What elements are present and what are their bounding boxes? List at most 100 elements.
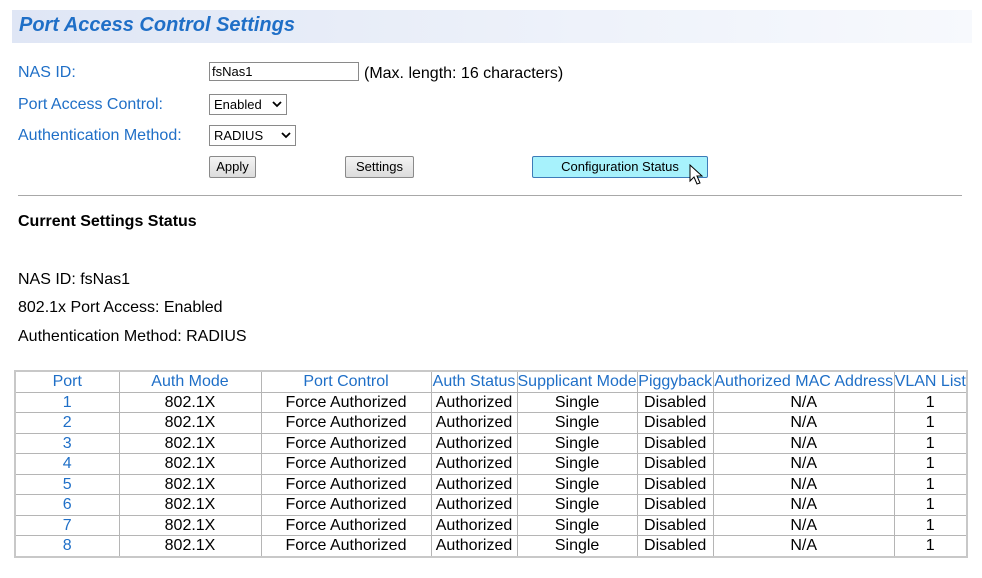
cell-auth-mode: 802.1X bbox=[118, 432, 262, 454]
settings-button[interactable]: Settings bbox=[345, 156, 414, 178]
port-link[interactable]: 3 bbox=[14, 432, 120, 454]
cell-vlan-list: 1 bbox=[893, 453, 968, 475]
header-piggyback: Piggyback bbox=[636, 370, 714, 393]
cell-supplicant-mode: Single bbox=[516, 412, 638, 434]
mouse-cursor-icon bbox=[689, 164, 704, 185]
port-link[interactable]: 7 bbox=[14, 514, 120, 536]
current-settings-title: Current Settings Status bbox=[18, 213, 197, 230]
auth-method-select[interactable]: RADIUS bbox=[209, 125, 296, 146]
cell-port-control: Force Authorized bbox=[260, 391, 432, 413]
port-link[interactable]: 4 bbox=[14, 453, 120, 475]
cell-auth-status: Authorized bbox=[430, 514, 518, 536]
cell-authorized-mac: N/A bbox=[712, 432, 895, 454]
title-bar: Port Access Control Settings bbox=[12, 10, 972, 43]
nas-id-label: NAS ID: bbox=[18, 64, 76, 81]
apply-button[interactable]: Apply bbox=[209, 156, 256, 178]
cell-supplicant-mode: Single bbox=[516, 535, 638, 557]
nas-id-input[interactable] bbox=[209, 62, 359, 81]
cell-authorized-mac: N/A bbox=[712, 412, 895, 434]
port-status-table: Port Auth Mode Port Control Auth Status … bbox=[14, 370, 968, 558]
cell-supplicant-mode: Single bbox=[516, 453, 638, 475]
cell-vlan-list: 1 bbox=[893, 473, 968, 495]
cell-piggyback: Disabled bbox=[636, 535, 714, 557]
cell-authorized-mac: N/A bbox=[712, 514, 895, 536]
chevron-down-icon bbox=[272, 101, 282, 108]
cell-port-control: Force Authorized bbox=[260, 412, 432, 434]
cell-auth-mode: 802.1X bbox=[118, 494, 262, 516]
cell-port-control: Force Authorized bbox=[260, 535, 432, 557]
port-link[interactable]: 2 bbox=[14, 412, 120, 434]
chevron-down-icon bbox=[281, 132, 291, 139]
header-supplicant-mode: Supplicant Mode bbox=[516, 370, 638, 393]
port-link[interactable]: 1 bbox=[14, 391, 120, 413]
cell-auth-mode: 802.1X bbox=[118, 514, 262, 536]
cell-supplicant-mode: Single bbox=[516, 514, 638, 536]
table-row: 7 802.1X Force Authorized Authorized Sin… bbox=[14, 514, 968, 536]
cell-port-control: Force Authorized bbox=[260, 453, 432, 475]
header-port: Port bbox=[14, 370, 120, 393]
cell-vlan-list: 1 bbox=[893, 412, 968, 434]
auth-method-label: Authentication Method: bbox=[18, 127, 182, 144]
port-link[interactable]: 6 bbox=[14, 494, 120, 516]
cell-piggyback: Disabled bbox=[636, 473, 714, 495]
status-nas-id: NAS ID: fsNas1 bbox=[18, 271, 131, 288]
cell-supplicant-mode: Single bbox=[516, 473, 638, 495]
nas-id-hint: (Max. length: 16 characters) bbox=[364, 65, 564, 82]
cell-auth-mode: 802.1X bbox=[118, 473, 262, 495]
table-row: 4 802.1X Force Authorized Authorized Sin… bbox=[14, 453, 968, 475]
configuration-status-button[interactable]: Configuration Status bbox=[532, 156, 708, 178]
cell-vlan-list: 1 bbox=[893, 391, 968, 413]
cell-supplicant-mode: Single bbox=[516, 494, 638, 516]
cell-authorized-mac: N/A bbox=[712, 494, 895, 516]
port-access-control-select[interactable]: Enabled bbox=[209, 94, 287, 115]
table-header-row: Port Auth Mode Port Control Auth Status … bbox=[14, 370, 968, 393]
header-auth-status: Auth Status bbox=[430, 370, 518, 393]
cell-supplicant-mode: Single bbox=[516, 391, 638, 413]
cell-piggyback: Disabled bbox=[636, 494, 714, 516]
port-access-control-value: Enabled bbox=[214, 97, 262, 112]
cell-piggyback: Disabled bbox=[636, 514, 714, 536]
cell-auth-status: Authorized bbox=[430, 391, 518, 413]
page-title: Port Access Control Settings bbox=[19, 14, 295, 36]
port-link[interactable]: 8 bbox=[14, 535, 120, 557]
cell-auth-status: Authorized bbox=[430, 453, 518, 475]
divider bbox=[18, 195, 962, 196]
status-auth-method: Authentication Method: RADIUS bbox=[18, 328, 247, 345]
table-row: 1 802.1X Force Authorized Authorized Sin… bbox=[14, 391, 968, 413]
cell-auth-status: Authorized bbox=[430, 473, 518, 495]
cell-supplicant-mode: Single bbox=[516, 432, 638, 454]
header-port-control: Port Control bbox=[260, 370, 432, 393]
header-vlan-list: VLAN List bbox=[893, 370, 968, 393]
cell-auth-mode: 802.1X bbox=[118, 453, 262, 475]
cell-vlan-list: 1 bbox=[893, 514, 968, 536]
cell-auth-mode: 802.1X bbox=[118, 391, 262, 413]
cell-piggyback: Disabled bbox=[636, 453, 714, 475]
table-row: 3 802.1X Force Authorized Authorized Sin… bbox=[14, 432, 968, 454]
cell-port-control: Force Authorized bbox=[260, 473, 432, 495]
table-row: 2 802.1X Force Authorized Authorized Sin… bbox=[14, 412, 968, 434]
cell-piggyback: Disabled bbox=[636, 391, 714, 413]
cell-auth-status: Authorized bbox=[430, 412, 518, 434]
port-link[interactable]: 5 bbox=[14, 473, 120, 495]
cell-port-control: Force Authorized bbox=[260, 432, 432, 454]
cell-auth-status: Authorized bbox=[430, 432, 518, 454]
cell-authorized-mac: N/A bbox=[712, 535, 895, 557]
status-port-access: 802.1x Port Access: Enabled bbox=[18, 299, 223, 316]
cell-authorized-mac: N/A bbox=[712, 391, 895, 413]
cell-vlan-list: 1 bbox=[893, 535, 968, 557]
cell-vlan-list: 1 bbox=[893, 432, 968, 454]
table-row: 5 802.1X Force Authorized Authorized Sin… bbox=[14, 473, 968, 495]
cell-auth-status: Authorized bbox=[430, 494, 518, 516]
cell-authorized-mac: N/A bbox=[712, 453, 895, 475]
cell-port-control: Force Authorized bbox=[260, 514, 432, 536]
port-access-control-label: Port Access Control: bbox=[18, 96, 163, 113]
cell-piggyback: Disabled bbox=[636, 432, 714, 454]
cell-authorized-mac: N/A bbox=[712, 473, 895, 495]
cell-auth-mode: 802.1X bbox=[118, 412, 262, 434]
header-authorized-mac: Authorized MAC Address bbox=[712, 370, 895, 393]
cell-auth-mode: 802.1X bbox=[118, 535, 262, 557]
header-auth-mode: Auth Mode bbox=[118, 370, 262, 393]
cell-port-control: Force Authorized bbox=[260, 494, 432, 516]
cell-vlan-list: 1 bbox=[893, 494, 968, 516]
table-row: 8 802.1X Force Authorized Authorized Sin… bbox=[14, 535, 968, 557]
